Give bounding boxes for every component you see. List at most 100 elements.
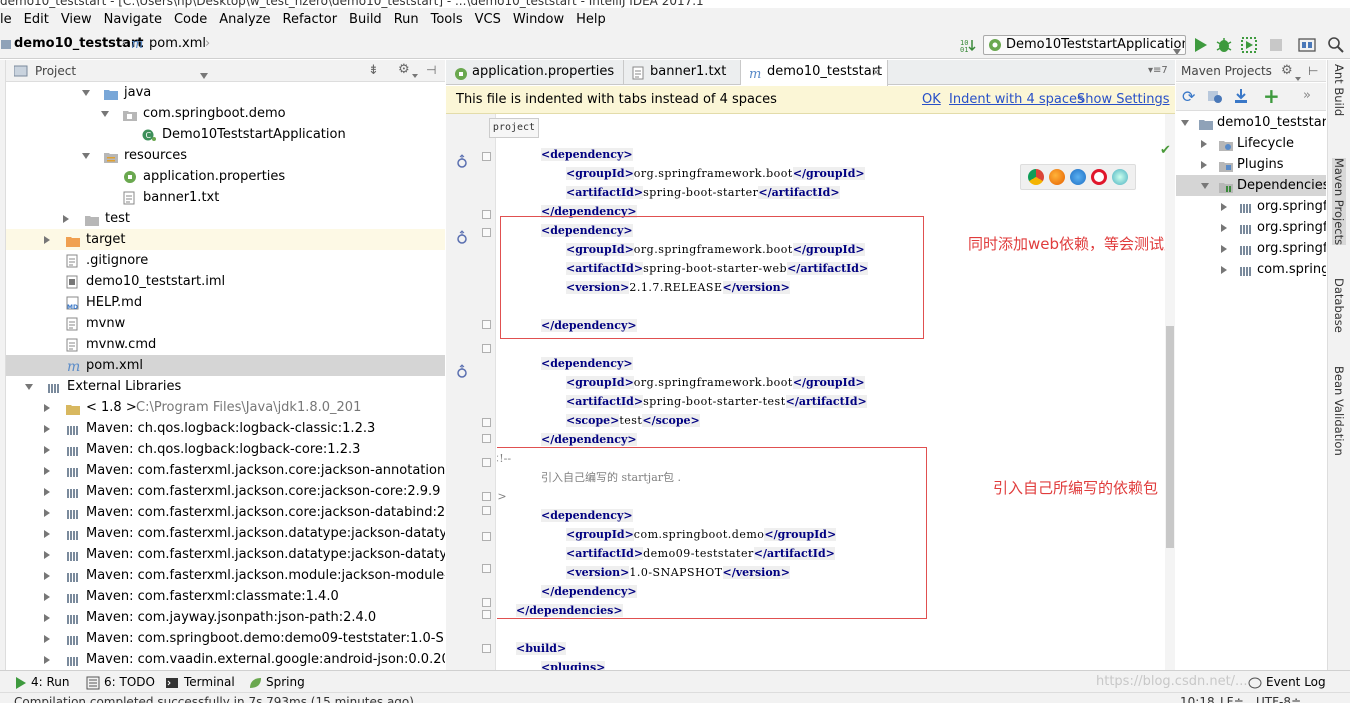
run-with-coverage-icon[interactable] [1240, 36, 1258, 54]
project-tree-row[interactable]: resources [6, 145, 445, 166]
chevron-right-icon[interactable] [63, 208, 69, 229]
menu-item[interactable]: Navigate [98, 12, 168, 27]
add-maven-project-icon[interactable]: + [1263, 84, 1280, 108]
fold-marker-icon[interactable] [482, 492, 491, 501]
breadcrumb-file[interactable]: pom.xml [145, 36, 206, 51]
chevron-right-icon[interactable] [44, 418, 50, 439]
maven-tree-row[interactable]: org.springfr [1176, 238, 1326, 259]
fold-marker-icon[interactable] [482, 434, 491, 443]
tab-list-icon[interactable]: ▾≡7 [1148, 65, 1168, 76]
maven-panel-title[interactable]: Maven Projects [1181, 64, 1272, 78]
project-tree-row[interactable]: < 1.8 > C:\Program Files\Java\jdk1.8.0_20… [6, 397, 445, 418]
project-panel-title[interactable]: Project [35, 64, 76, 78]
chevron-down-icon[interactable] [25, 376, 33, 397]
chevron-right-icon[interactable] [1221, 217, 1227, 238]
ant-build-tab[interactable]: Ant Build [1332, 64, 1346, 116]
generate-sources-icon[interactable] [1207, 88, 1223, 104]
hide-panel-icon[interactable]: ⊣ [426, 63, 436, 77]
navigate-to-parent-icon[interactable] [456, 154, 468, 168]
project-tree-row[interactable]: demo10_teststart.iml [6, 271, 445, 292]
chevron-right-icon[interactable] [1221, 196, 1227, 217]
project-tree-row[interactable]: Maven: com.springboot.demo:demo09-testst… [6, 628, 445, 649]
fold-marker-icon[interactable] [482, 228, 491, 237]
build-project-icon[interactable]: 10 01 [958, 36, 976, 54]
close-tab-icon[interactable]: × [871, 60, 881, 84]
menu-item[interactable]: Analyze [213, 12, 276, 27]
line-separator[interactable]: LF≑ [1220, 695, 1244, 703]
chevron-right-icon[interactable] [1201, 154, 1207, 175]
menu-item[interactable]: le [0, 12, 18, 27]
project-tree-row[interactable]: m pom.xml [6, 355, 445, 376]
project-tree-row[interactable]: .gitignore [6, 250, 445, 271]
notice-ok-link[interactable]: OK [922, 86, 941, 114]
search-icon[interactable] [1327, 36, 1345, 54]
event-log-tool-button[interactable]: Event Log [1266, 671, 1326, 693]
fold-marker-icon[interactable] [482, 644, 491, 653]
project-tree-row[interactable]: target [6, 229, 445, 250]
menu-item[interactable]: Tools [425, 12, 469, 27]
run-tool-button[interactable]: 4: Run [31, 671, 70, 693]
maven-tree-row[interactable]: org.springfr [1176, 217, 1326, 238]
terminal-tool-button[interactable]: Terminal [184, 671, 235, 693]
fold-marker-icon[interactable] [482, 610, 491, 619]
project-tree-row[interactable]: MD HELP.md [6, 292, 445, 313]
opera-icon[interactable] [1091, 169, 1108, 185]
xml-breadcrumb[interactable]: project [489, 118, 539, 138]
chevron-down-icon[interactable] [82, 82, 90, 103]
maven-projects-tab[interactable]: Maven Projects [1332, 158, 1346, 246]
project-tree-row[interactable]: banner1.txt [6, 187, 445, 208]
chevron-right-icon[interactable] [44, 586, 50, 607]
more-actions-icon[interactable]: » [1303, 88, 1311, 103]
fold-marker-icon[interactable] [482, 506, 491, 515]
show-settings-link[interactable]: Show Settings [1077, 86, 1170, 114]
file-encoding[interactable]: UTF-8≑ [1256, 695, 1301, 703]
fold-marker-icon[interactable] [482, 210, 491, 219]
project-tree-row[interactable]: External Libraries [6, 376, 445, 397]
chevron-right-icon[interactable] [44, 502, 50, 523]
project-tree-row[interactable]: Maven: ch.qos.logback:logback-classic:1.… [6, 418, 445, 439]
chevron-right-icon[interactable] [44, 397, 50, 418]
chevron-right-icon[interactable] [44, 649, 50, 670]
chevron-right-icon[interactable] [1221, 238, 1227, 259]
tab-banner1[interactable]: banner1.txt [624, 60, 741, 85]
fold-marker-icon[interactable] [482, 564, 491, 573]
chevron-right-icon[interactable] [44, 628, 50, 649]
menu-item[interactable]: Build [343, 12, 388, 27]
menu-item[interactable]: View [55, 12, 98, 27]
project-tree-row[interactable]: C Demo10TeststartApplication [6, 124, 445, 145]
chevron-right-icon[interactable] [44, 481, 50, 502]
navigate-to-parent-icon[interactable] [456, 364, 468, 378]
database-tab[interactable]: Database [1332, 278, 1346, 333]
gear-icon[interactable]: ⚙ [398, 62, 410, 77]
chevron-right-icon[interactable] [44, 565, 50, 586]
chevron-right-icon[interactable] [44, 544, 50, 565]
bean-validation-tab[interactable]: Bean Validation [1332, 366, 1346, 456]
run-configuration-select[interactable]: Demo10TeststartApplication [983, 35, 1186, 55]
chevron-right-icon[interactable] [44, 607, 50, 628]
chevron-down-icon[interactable] [1201, 175, 1209, 196]
project-tree-row[interactable]: Maven: com.fasterxml.jackson.core:jackso… [6, 502, 445, 523]
gear-chevron-icon[interactable] [412, 68, 418, 82]
maven-tree-row[interactable]: Plugins [1176, 154, 1326, 175]
download-sources-icon[interactable] [1233, 88, 1249, 104]
maven-tree-row[interactable]: demo10_teststart [1176, 112, 1326, 133]
project-tree-row[interactable]: mvnw.cmd [6, 334, 445, 355]
chrome-icon[interactable] [1027, 169, 1044, 185]
indent-with-spaces-link[interactable]: Indent with 4 spaces [949, 86, 1084, 114]
project-tree-row[interactable]: mvnw [6, 313, 445, 334]
chevron-right-icon[interactable] [44, 523, 50, 544]
navigate-to-parent-icon[interactable] [456, 230, 468, 244]
project-tree-row[interactable]: com.springboot.demo [6, 103, 445, 124]
hide-panel-icon[interactable]: ⊢ [1308, 60, 1318, 82]
project-tree-row[interactable]: Maven: com.fasterxml:classmate:1.4.0 [6, 586, 445, 607]
project-tree-row[interactable]: Maven: com.fasterxml.jackson.datatype:ja… [6, 544, 445, 565]
gear-icon[interactable]: ⚙ [1281, 60, 1293, 82]
fold-marker-icon[interactable] [482, 320, 491, 329]
project-tree-row[interactable]: Maven: com.jayway.jsonpath:json-path:2.4… [6, 607, 445, 628]
todo-tool-button[interactable]: 6: TODO [104, 671, 155, 693]
maven-tree-row[interactable]: com.springb [1176, 259, 1326, 280]
stop-icon[interactable] [1267, 36, 1285, 54]
maven-tree-row[interactable]: org.springfr [1176, 196, 1326, 217]
project-tree-row[interactable]: test [6, 208, 445, 229]
view-selector-chevron-icon[interactable] [200, 68, 208, 82]
